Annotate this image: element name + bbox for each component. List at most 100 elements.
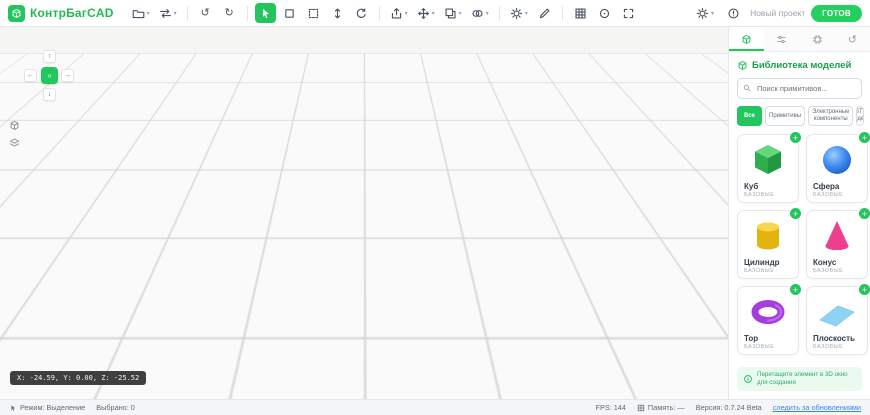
copy-icon [444, 7, 457, 20]
filter-chip-primitives[interactable]: Примитивы [765, 106, 805, 126]
import-export-button[interactable]: ▾ [156, 3, 180, 23]
cylinder-icon [744, 217, 792, 255]
box-select-tool-button[interactable] [279, 3, 300, 23]
axis-x [286, 180, 360, 205]
about-button[interactable] [723, 3, 744, 23]
model-name: Плоскость [813, 334, 861, 343]
top-toolbar: КонтрБагCAD ▾ ▾ ↺ ↻ ▾ ▾ ▾ ▾ [0, 0, 870, 27]
search-icon [742, 83, 752, 93]
nav-up-button[interactable]: ↑ [43, 50, 56, 63]
dashed-box-icon [307, 7, 320, 20]
fps-status: FPS: 144 [596, 403, 626, 412]
model-name: Тор [744, 334, 792, 343]
cursor-icon [259, 7, 272, 20]
tab-history[interactable]: ↺ [835, 27, 870, 51]
home-icon [47, 70, 52, 81]
two-circles-icon [471, 7, 484, 20]
rotate-tool-button[interactable] [351, 3, 372, 23]
controls-tooltip-line: Ctrl+H - привязка к сетке [587, 360, 711, 370]
app-title: КонтрБагCAD [30, 6, 114, 20]
model-name: Конус [813, 258, 861, 267]
library-title: Библиотека моделей [752, 60, 851, 71]
open-project-button[interactable]: ▾ [129, 3, 153, 23]
model-card-sphere[interactable]: + Сфера БАЗОВЫЕ [806, 134, 868, 203]
toolbar-divider [499, 6, 500, 21]
ready-button[interactable]: ГОТОВ [811, 5, 862, 22]
redo-icon: ↻ [225, 8, 234, 19]
project-name-label: Новый проект [750, 8, 805, 18]
fullscreen-button[interactable] [618, 3, 639, 23]
plane-icon [813, 293, 861, 331]
filter-chip-all[interactable]: Все [737, 106, 762, 126]
add-model-button[interactable]: + [858, 283, 870, 296]
boolean-ops-button[interactable]: ▾ [468, 3, 492, 23]
sphere-icon [813, 141, 861, 179]
nav-left-button[interactable]: ← [24, 69, 37, 82]
gear-icon [510, 7, 523, 20]
edit-button[interactable] [534, 3, 555, 23]
status-bar: Режим: Выделение Выбрано: 0 FPS: 144 Пам… [0, 399, 870, 415]
undo-button[interactable]: ↺ [195, 3, 216, 23]
chevron-down-icon: ▾ [486, 10, 489, 17]
folder-icon [132, 7, 145, 20]
filter-chip-stl[interactable]: STL модели [856, 106, 864, 126]
tools-settings-button[interactable]: ▾ [507, 3, 531, 23]
add-model-button[interactable]: + [858, 207, 870, 220]
nav-right-button[interactable]: → [61, 69, 74, 82]
cone-icon [813, 217, 861, 255]
layers-toggle-button[interactable] [7, 135, 22, 150]
main-area: ↑ ← → ↓ X: -24.59, Y: 0.00, Z: -25.52 Уп… [0, 27, 870, 399]
filter-chip-electronics[interactable]: Электронные компоненты [808, 106, 853, 126]
app-settings-button[interactable]: ▾ [693, 3, 717, 23]
layers-icon [9, 137, 20, 148]
export-model-button[interactable]: ▾ [387, 3, 411, 23]
tab-components[interactable] [800, 27, 835, 51]
add-model-button[interactable]: + [789, 207, 802, 220]
coordinates-readout: X: -24.59, Y: 0.00, Z: -25.52 [10, 371, 146, 385]
grid-toggle-button[interactable] [570, 3, 591, 23]
cube-preview [744, 140, 792, 180]
add-model-button[interactable]: + [789, 131, 802, 144]
model-card-cylinder[interactable]: + Цилиндр БАЗОВЫЕ [737, 210, 799, 279]
add-model-button[interactable]: + [858, 131, 870, 144]
transform-tool-button[interactable] [303, 3, 324, 23]
library-icon [737, 60, 748, 71]
chevron-down-icon: ▾ [711, 10, 714, 17]
redo-button[interactable]: ↻ [219, 3, 240, 23]
pencil-icon [538, 7, 551, 20]
undo-icon: ↺ [201, 8, 210, 19]
select-tool-button[interactable] [255, 3, 276, 23]
chevron-down-icon: ▾ [432, 10, 435, 17]
model-card-cube[interactable]: + Куб БАЗОВЫЕ [737, 134, 799, 203]
model-cards-grid: + Куб БАЗОВЫЕ + [737, 134, 862, 355]
tab-properties[interactable] [764, 27, 799, 51]
updates-link[interactable]: следить за обновлениями [773, 403, 861, 412]
model-category: БАЗОВЫЕ [744, 268, 792, 274]
plane-preview [813, 292, 861, 332]
controls-tooltip: Управление: ЛКМ - выделение, ПКМ - враще… [580, 335, 718, 375]
selection-status: Выбрано: 0 [96, 403, 135, 412]
axis-z [360, 171, 402, 205]
snap-toggle-button[interactable] [594, 3, 615, 23]
duplicate-button[interactable]: ▾ [441, 3, 465, 23]
model-card-plane[interactable]: + Плоскость БАЗОВЫЕ [806, 286, 868, 355]
add-model-button[interactable]: + [789, 283, 802, 296]
cube-outline-icon [9, 120, 20, 131]
tab-model-library[interactable] [729, 27, 764, 51]
viewport-3d[interactable]: ↑ ← → ↓ X: -24.59, Y: 0.00, Z: -25.52 Уп… [0, 27, 728, 399]
library-panel: Библиотека моделей Все Примитивы Электро… [729, 52, 870, 399]
extrude-tool-button[interactable] [327, 3, 348, 23]
model-card-torus[interactable]: + Тор БАЗОВЫЕ [737, 286, 799, 355]
projection-toggle-button[interactable] [7, 118, 22, 133]
home-view-button[interactable] [41, 67, 58, 84]
axis-gizmo [278, 105, 418, 215]
move-button[interactable]: ▾ [414, 3, 438, 23]
cursor-icon [9, 404, 17, 412]
torus-preview [744, 292, 792, 332]
nav-down-button[interactable]: ↓ [43, 88, 56, 101]
arrow-up-icon: ↑ [48, 53, 52, 60]
search-input[interactable] [737, 78, 862, 99]
model-card-cone[interactable]: + Конус БАЗОВЫЕ [806, 210, 868, 279]
info-icon [727, 7, 740, 20]
model-category: БАЗОВЫЕ [744, 344, 792, 350]
